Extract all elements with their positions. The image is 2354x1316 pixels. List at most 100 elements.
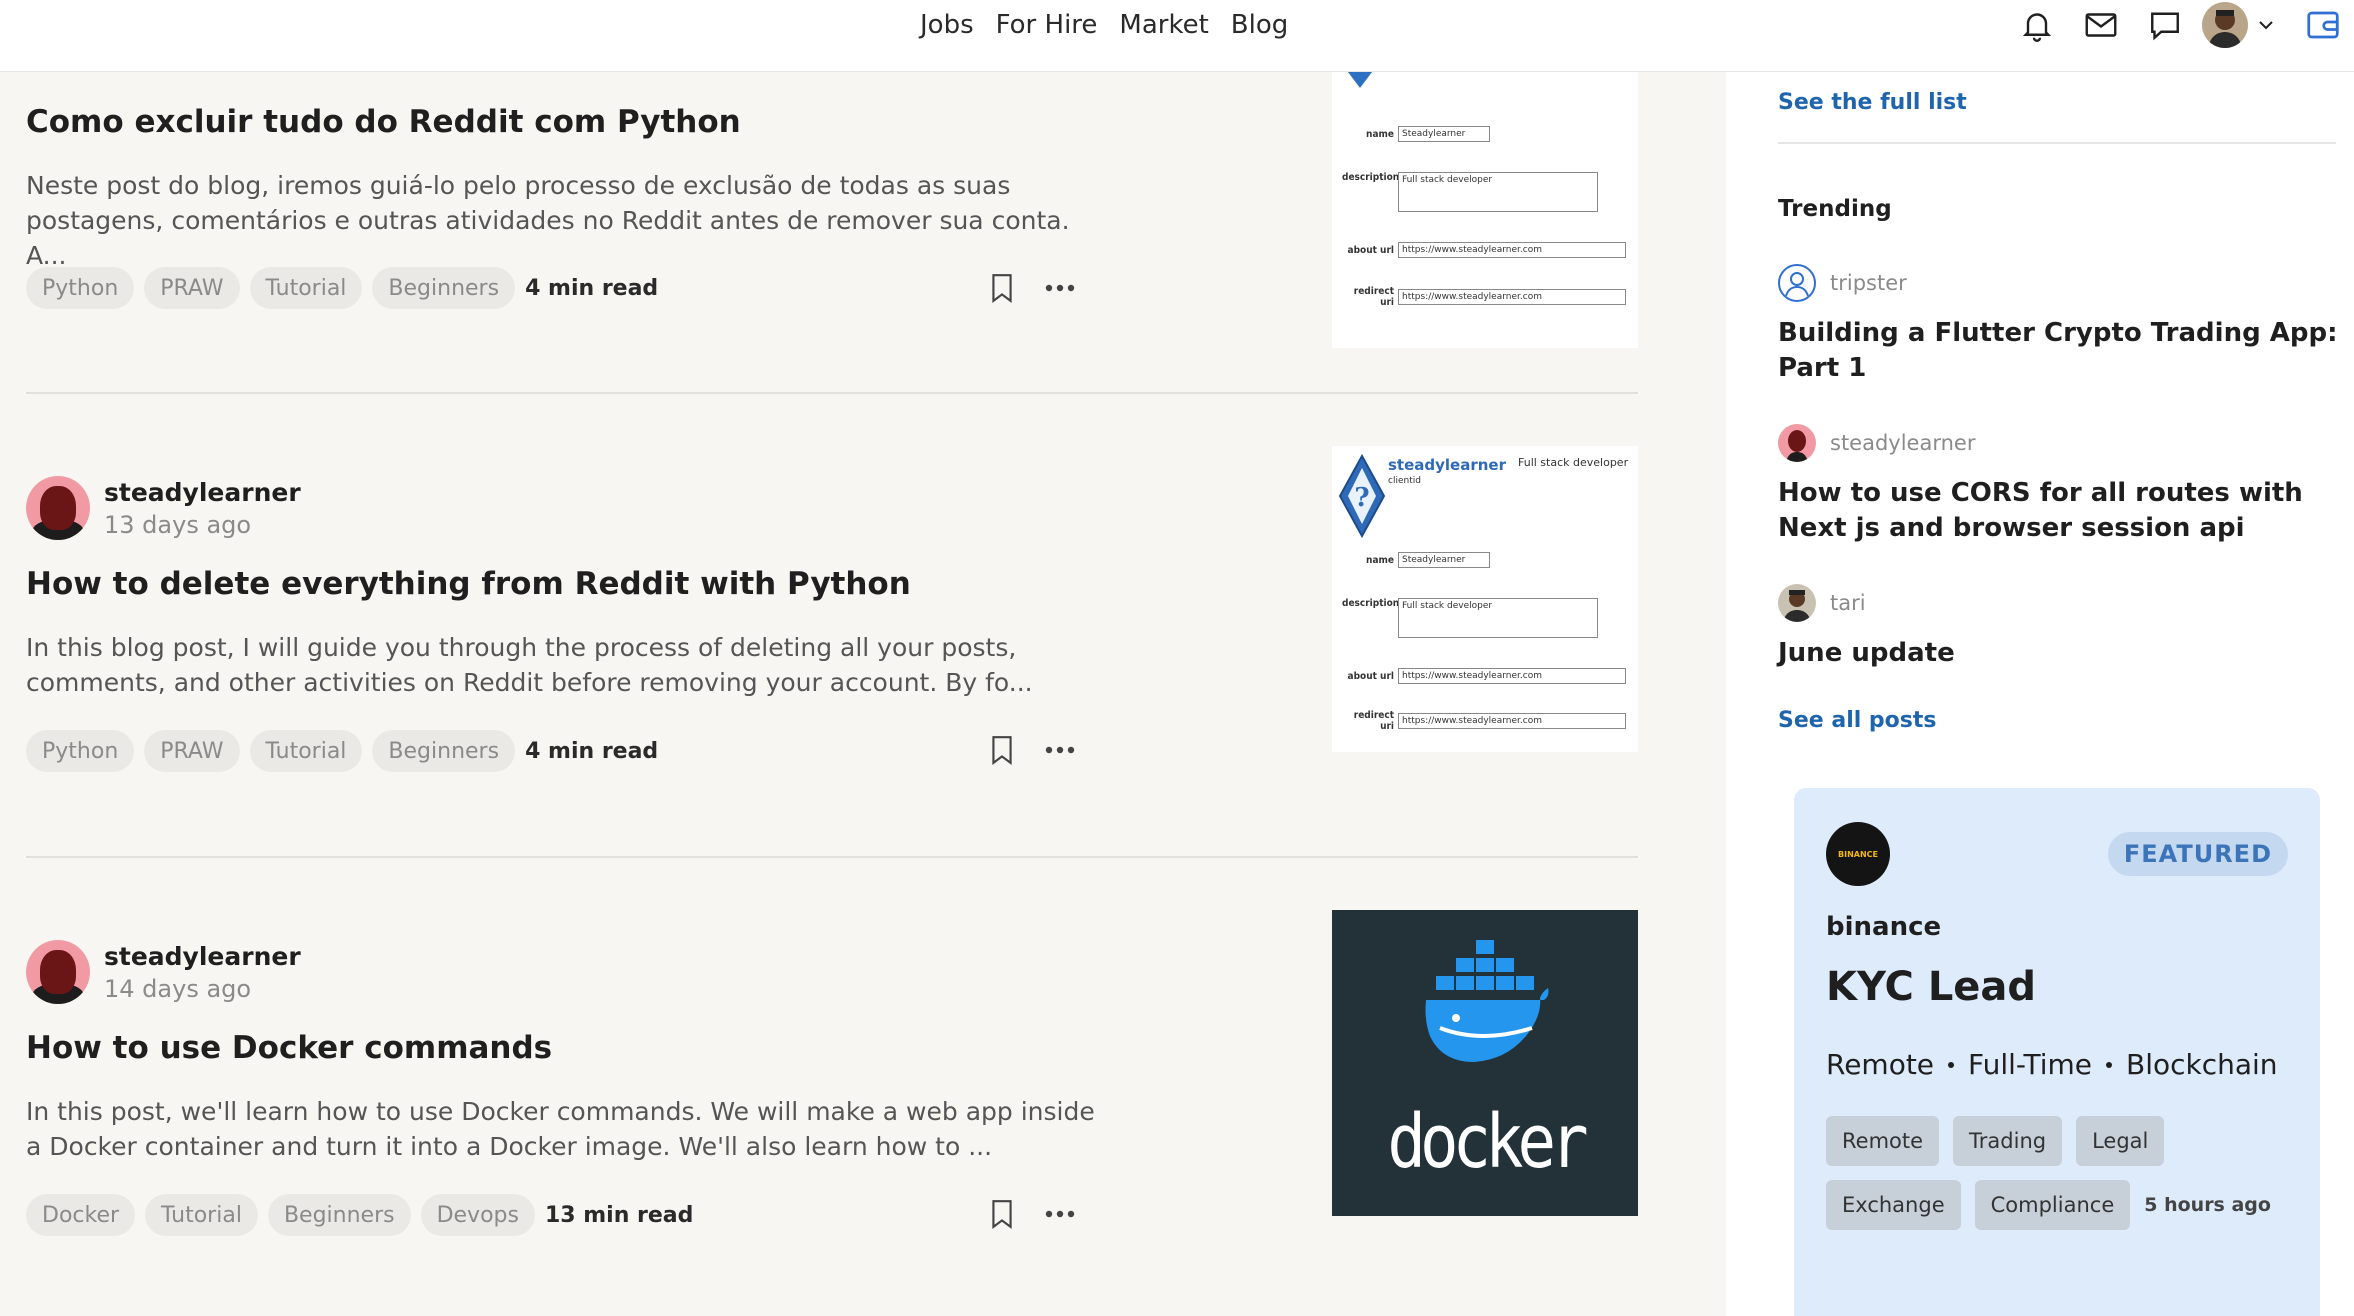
trending-heading: Trending	[1778, 196, 1892, 222]
tag-chip[interactable]: Python	[26, 730, 135, 772]
nav-blog[interactable]: Blog	[1231, 10, 1288, 40]
post-thumbnail[interactable]: name Steadylearner description Full stack …	[1332, 72, 1638, 348]
see-all-posts-link[interactable]: See all posts	[1778, 708, 1937, 733]
author-avatar	[26, 940, 90, 1004]
post-title[interactable]: Como excluir tudo do Reddit com Python	[26, 104, 741, 140]
form-value: Steadylearner	[1398, 552, 1490, 568]
form-value: Full stack developer	[1398, 598, 1598, 638]
author-name[interactable]: steadylearner	[104, 478, 301, 507]
tag-chip[interactable]: Docker	[26, 1194, 136, 1236]
form-value: https://www.steadylearner.com	[1398, 668, 1626, 684]
job-location: Remote	[1826, 1048, 1935, 1081]
tag-chip[interactable]: Tutorial	[249, 730, 363, 772]
post-tags: Python PRAW Tutorial Beginners 4 min rea…	[26, 267, 658, 309]
form-label: name	[1366, 554, 1394, 566]
post-excerpt: In this post, we'll learn how to use Doc…	[26, 1097, 1095, 1161]
author-name[interactable]: steadylearner	[104, 942, 301, 971]
nav-for-hire[interactable]: For Hire	[996, 10, 1098, 40]
top-navbar: Jobs For Hire Market Blog	[0, 0, 2354, 72]
tag-chip[interactable]: PRAW	[144, 267, 240, 309]
nav-jobs[interactable]: Jobs	[920, 10, 974, 40]
thumb-role: Full stack developer	[1518, 456, 1629, 469]
form-value: Steadylearner	[1398, 126, 1490, 142]
tag-chip[interactable]: Tutorial	[145, 1194, 258, 1236]
diamond-logo-icon: ?	[1338, 454, 1386, 538]
tag-chip[interactable]: Beginners	[372, 267, 516, 309]
job-meta: Remote Full-Time Blockchain	[1826, 1048, 2278, 1081]
more-options-icon[interactable]	[1040, 1194, 1080, 1234]
job-title[interactable]: KYC Lead	[1826, 964, 2036, 1010]
thumb-clientid: clientid	[1388, 476, 1421, 486]
form-value: https://www.steadylearner.com	[1398, 289, 1626, 305]
job-tag[interactable]: Legal	[2076, 1116, 2165, 1166]
bookmark-icon[interactable]	[982, 1194, 1022, 1234]
read-time: 4 min read	[525, 738, 659, 764]
separator-dot	[2105, 1061, 2112, 1068]
company-logo: BINANCE	[1826, 822, 1890, 886]
tag-chip[interactable]: Devops	[420, 1194, 535, 1236]
chevron-down-icon[interactable]	[2254, 4, 2278, 46]
mail-icon[interactable]	[2080, 4, 2122, 46]
job-tag[interactable]: Compliance	[1974, 1180, 2131, 1230]
author-avatar	[1778, 584, 1816, 622]
see-full-list-link[interactable]: See the full list	[1778, 90, 1967, 115]
trending-title[interactable]: June update	[1778, 636, 2338, 671]
post-author[interactable]: steadylearner 13 days ago	[26, 476, 301, 540]
job-tag[interactable]: Trading	[1953, 1116, 2063, 1166]
separator-dot	[1948, 1061, 1955, 1068]
read-time: 13 min read	[544, 1202, 694, 1228]
tag-chip[interactable]: Beginners	[267, 1194, 411, 1236]
trending-title[interactable]: Building a Flutter Crypto Trading App: P…	[1778, 316, 2338, 386]
bookmark-icon[interactable]	[982, 268, 1022, 308]
wallet-icon[interactable]	[2302, 4, 2344, 46]
more-options-icon[interactable]	[1040, 730, 1080, 770]
trending-author[interactable]: tari	[1830, 591, 1866, 615]
job-tags: Remote Trading Legal Exchange Compliance…	[1826, 1116, 2296, 1230]
tag-chip[interactable]: Tutorial	[249, 267, 363, 309]
featured-badge: FEATURED	[2107, 832, 2288, 876]
logo-text: BINANCE	[1838, 849, 1878, 859]
post-author[interactable]: steadylearner 14 days ago	[26, 940, 301, 1004]
right-sidebar: See the full list Trending tripster Buil…	[1726, 72, 2354, 1316]
post-actions	[982, 268, 1080, 308]
job-posted-time: 5 hours ago	[2144, 1194, 2271, 1216]
tag-chip[interactable]: Python	[26, 267, 135, 309]
tag-chip[interactable]: Beginners	[372, 730, 516, 772]
user-avatar[interactable]	[2202, 2, 2248, 48]
post-actions	[982, 1194, 1080, 1234]
trending-item: tripster Building a Flutter Crypto Tradi…	[1778, 264, 2338, 386]
job-tag[interactable]: Exchange	[1826, 1180, 1961, 1230]
author-avatar	[1778, 424, 1816, 462]
form-label: description	[1342, 172, 1400, 183]
diamond-logo-icon	[1348, 72, 1372, 88]
bell-icon[interactable]	[2016, 4, 2058, 46]
trending-author[interactable]: steadylearner	[1830, 431, 1975, 455]
svg-text:?: ?	[1354, 483, 1369, 513]
form-label: name	[1366, 128, 1394, 140]
nav-market[interactable]: Market	[1119, 10, 1208, 40]
post-title[interactable]: How to delete everything from Reddit wit…	[26, 566, 911, 602]
tag-chip[interactable]: PRAW	[144, 730, 240, 772]
job-tag[interactable]: Remote	[1826, 1116, 1940, 1166]
post-thumbnail[interactable]: ? steadylearner clientid Full stack deve…	[1332, 446, 1638, 752]
user-outline-icon	[1778, 264, 1816, 302]
post-tags: Python PRAW Tutorial Beginners 4 min rea…	[26, 730, 658, 772]
form-label: redirect uri	[1353, 710, 1394, 732]
form-value: Full stack developer	[1398, 172, 1598, 212]
trending-item: tari June update	[1778, 584, 2338, 671]
trending-title[interactable]: How to use CORS for all routes with Next…	[1778, 476, 2338, 546]
featured-job-card[interactable]: BINANCE FEATURED binance KYC Lead Remote…	[1794, 788, 2320, 1316]
main-nav: Jobs For Hire Market Blog	[920, 10, 1288, 40]
docker-wordmark: docker	[1387, 1100, 1588, 1186]
read-time: 4 min read	[525, 275, 659, 301]
post-thumbnail[interactable]: docker	[1332, 910, 1638, 1216]
trending-author[interactable]: tripster	[1830, 271, 1907, 295]
thumb-brand: steadylearner	[1388, 456, 1506, 474]
bookmark-icon[interactable]	[982, 730, 1022, 770]
form-label: redirect uri	[1353, 286, 1394, 308]
chat-icon[interactable]	[2144, 4, 2186, 46]
trending-item: steadylearner How to use CORS for all ro…	[1778, 424, 2338, 546]
form-value: https://www.steadylearner.com	[1398, 713, 1626, 729]
post-title[interactable]: How to use Docker commands	[26, 1030, 552, 1066]
more-options-icon[interactable]	[1040, 268, 1080, 308]
